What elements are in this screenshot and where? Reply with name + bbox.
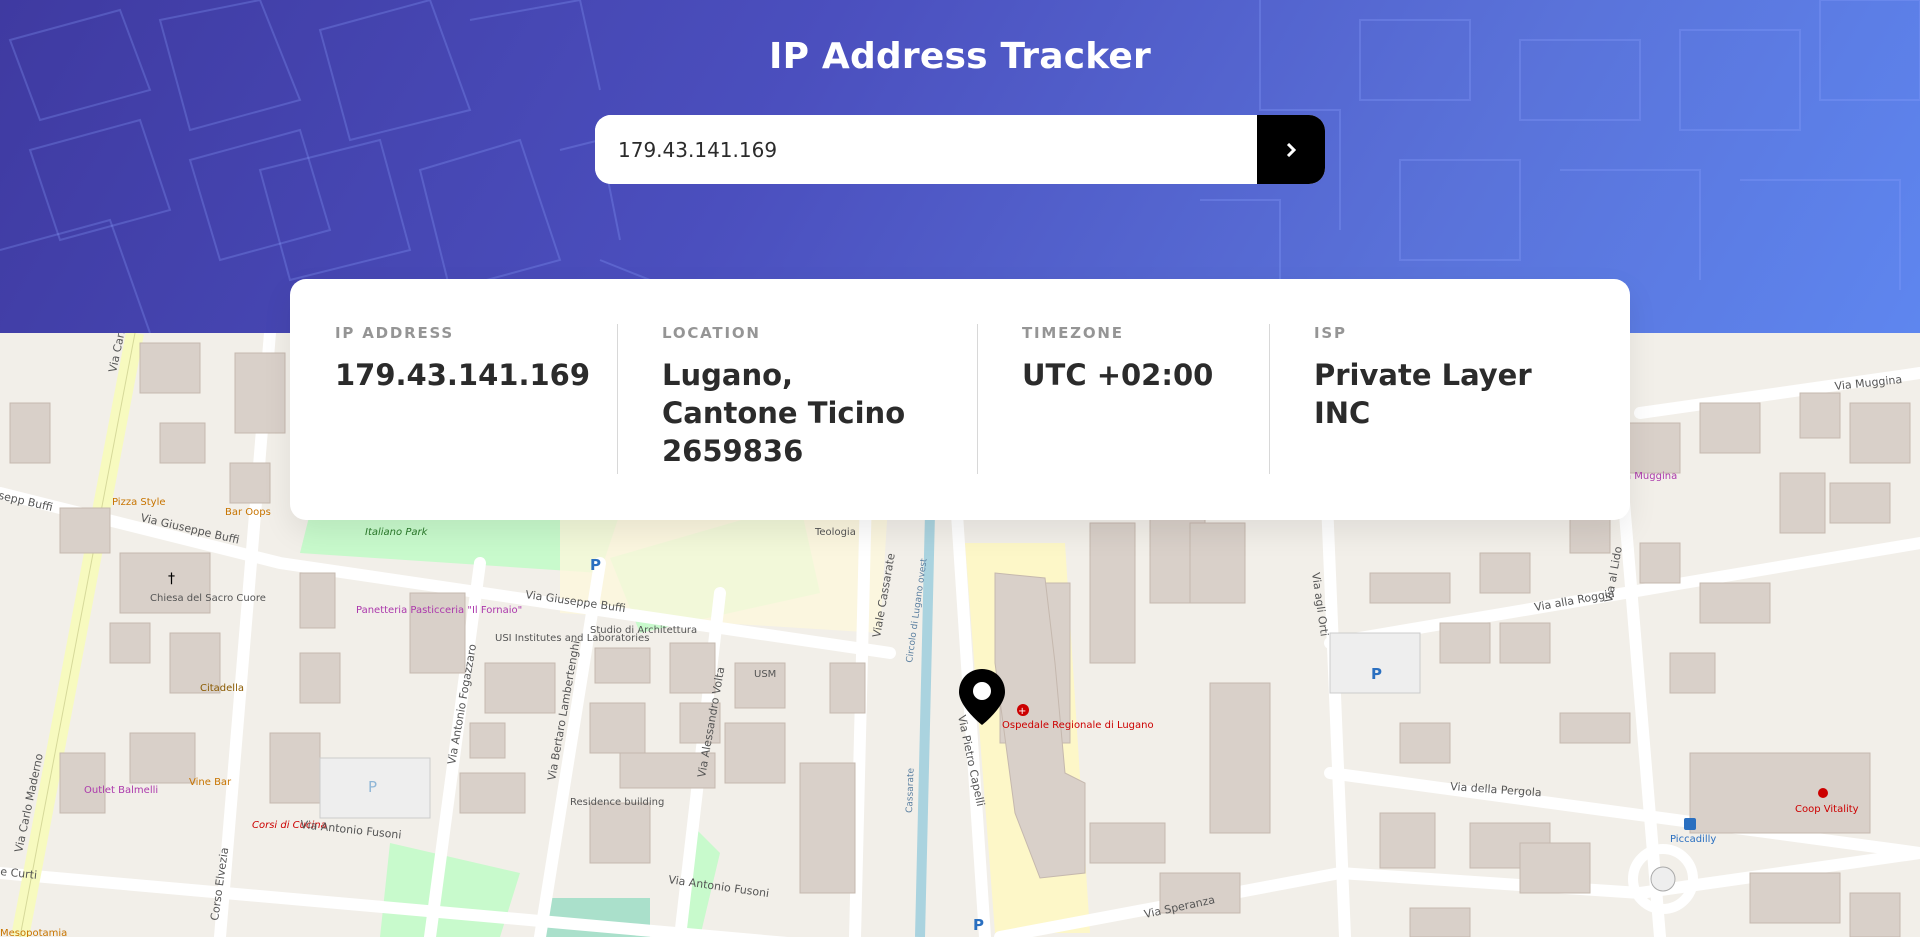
map-label: Studio di Architettura bbox=[590, 625, 697, 636]
chevron-right-icon bbox=[1286, 142, 1296, 157]
location-stat: LOCATION Lugano, Cantone Ticino 2659836 bbox=[617, 324, 977, 520]
location-pin-icon[interactable] bbox=[959, 669, 1005, 725]
timezone-stat: TIMEZONE UTC +02:00 bbox=[977, 324, 1269, 520]
svg-text:P: P bbox=[973, 916, 984, 934]
location-value-line1: Lugano, bbox=[662, 358, 794, 392]
map-label: Residence building bbox=[570, 797, 664, 808]
ip-address-label: IP ADDRESS bbox=[335, 324, 455, 342]
map-label: a Muggina bbox=[1625, 471, 1677, 482]
map-label: Bar Oops bbox=[225, 507, 271, 518]
location-value-line3: 2659836 bbox=[662, 434, 804, 468]
map-label: Panetteria Pasticceria "Il Fornaio" bbox=[356, 605, 522, 616]
ip-search-input[interactable] bbox=[595, 115, 1257, 184]
location-value-line2: Cantone Ticino bbox=[662, 396, 906, 430]
ip-address-stat: IP ADDRESS 179.43.141.169 bbox=[290, 324, 617, 520]
ip-address-value: 179.43.141.169 bbox=[335, 358, 591, 392]
svg-text:+: + bbox=[1018, 706, 1026, 717]
timezone-label: TIMEZONE bbox=[1022, 324, 1124, 342]
svg-text:†: † bbox=[168, 571, 175, 587]
map-label: Vine Bar bbox=[189, 777, 232, 788]
map-label: Citadella bbox=[200, 683, 244, 694]
map-label: Ospedale Regionale di Lugano bbox=[1002, 720, 1154, 731]
map-label: Chiesa del Sacro Cuore bbox=[150, 593, 266, 604]
map-label: Coop Vitality bbox=[1795, 804, 1859, 815]
isp-label: ISP bbox=[1314, 324, 1347, 342]
map-label: Cassarate bbox=[905, 767, 917, 813]
isp-value-line1: Private Layer bbox=[1314, 358, 1532, 392]
svg-text:P: P bbox=[590, 556, 601, 574]
isp-stat: ISP Private Layer INC bbox=[1269, 324, 1630, 520]
map-label: Italiano Park bbox=[365, 527, 429, 538]
search-submit-button[interactable] bbox=[1257, 115, 1325, 184]
page-title: IP Address Tracker bbox=[768, 36, 1151, 77]
location-label: LOCATION bbox=[662, 324, 761, 342]
map-label: Outlet Balmelli bbox=[84, 785, 158, 796]
isp-value-line2: INC bbox=[1314, 396, 1371, 430]
map-label: Teologia bbox=[814, 527, 856, 538]
svg-text:P: P bbox=[1371, 665, 1382, 683]
map-label: Pizza Style bbox=[112, 497, 166, 508]
timezone-value: UTC +02:00 bbox=[1022, 358, 1214, 392]
ip-info-card: IP ADDRESS 179.43.141.169 LOCATION Lugan… bbox=[290, 279, 1630, 520]
svg-text:P: P bbox=[368, 778, 377, 796]
map-label: USM bbox=[754, 669, 776, 680]
map-label: Mesopotamia bbox=[0, 928, 67, 937]
search-bar bbox=[595, 115, 1325, 184]
map-label: Piccadilly bbox=[1670, 834, 1716, 845]
